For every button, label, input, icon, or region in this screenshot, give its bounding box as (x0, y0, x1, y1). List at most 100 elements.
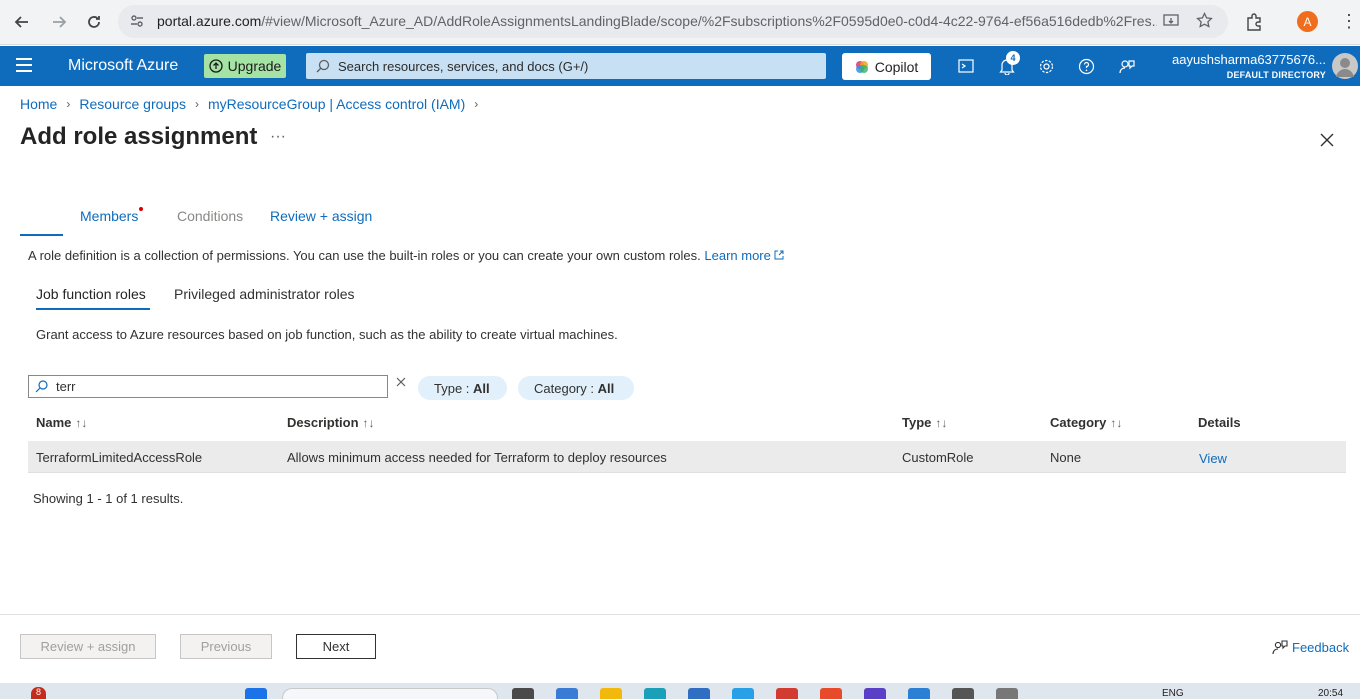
copilot-icon (855, 60, 868, 73)
role-category-cell: None (1050, 450, 1082, 465)
active-tab-indicator (20, 234, 63, 236)
role-search-input[interactable]: terr (28, 375, 388, 398)
table-row[interactable] (28, 441, 1346, 473)
category-filter-pill[interactable]: Category : All (518, 376, 634, 400)
taskbar-app-icon[interactable] (732, 688, 754, 699)
search-value: terr (56, 379, 76, 394)
footer-divider (0, 614, 1360, 615)
settings-gear-icon[interactable] (1036, 56, 1056, 76)
category-filter-value: All (597, 380, 615, 396)
type-filter-label: Type : (434, 380, 474, 396)
tab-review-assign[interactable]: Review + assign (270, 208, 372, 224)
active-subtab-indicator (36, 308, 150, 310)
sort-icon[interactable]: ↑↓ (1110, 416, 1122, 430)
feedback-icon (1272, 640, 1288, 655)
user-directory[interactable]: DEFAULT DIRECTORY (1227, 70, 1326, 80)
copilot-app-icon[interactable] (556, 688, 578, 699)
chrome-browser-icon[interactable] (820, 688, 842, 699)
next-button[interactable]: Next (296, 634, 376, 659)
breadcrumb: Home › Resource groups › myResourceGroup… (20, 96, 478, 112)
teams-icon[interactable] (864, 688, 886, 699)
site-info-icon[interactable] (130, 14, 144, 31)
install-app-icon[interactable] (1163, 13, 1179, 32)
vscode-icon[interactable] (908, 688, 930, 699)
review-assign-button[interactable]: Review + assign (20, 634, 156, 659)
url-text: portal.azure.com/#view/Microsoft_Azure_A… (157, 13, 1157, 29)
bookmark-star-icon[interactable] (1196, 11, 1213, 32)
help-icon[interactable] (1076, 56, 1096, 76)
more-options-icon[interactable]: ··· (270, 128, 286, 146)
learn-more-link[interactable]: Learn more (704, 248, 784, 263)
clock-time[interactable]: 20:54 (1318, 688, 1343, 699)
edge-browser-icon[interactable] (644, 688, 666, 699)
input-language-indicator[interactable]: ENG (1162, 688, 1184, 699)
browser-menu-icon[interactable]: ⋮ (1340, 12, 1358, 30)
sort-icon[interactable]: ↑↓ (935, 416, 947, 430)
back-arrow-icon[interactable] (9, 9, 35, 35)
user-avatar[interactable] (1332, 53, 1358, 79)
search-icon (316, 59, 330, 73)
sort-ascending-icon[interactable]: ↑↓ (75, 416, 87, 430)
column-header-details: Details (1198, 415, 1241, 430)
copilot-button[interactable]: Copilot (842, 53, 931, 80)
required-indicator-dot (139, 207, 143, 211)
feedback-link[interactable]: Feedback (1272, 640, 1349, 655)
notification-count-badge: 4 (1006, 51, 1020, 65)
external-link-icon (774, 250, 784, 260)
address-bar[interactable]: portal.azure.com/#view/Microsoft_Azure_A… (118, 5, 1228, 38)
search-placeholder: Search resources, services, and docs (G+… (338, 58, 589, 74)
type-filter-pill[interactable]: Type : All (418, 376, 507, 400)
profile-avatar[interactable]: A (1297, 11, 1318, 32)
column-header-description[interactable]: Description ↑↓ (287, 415, 375, 430)
taskbar-app-icon[interactable] (776, 688, 798, 699)
chevron-right-icon: › (474, 97, 479, 111)
taskbar-app-icon[interactable] (952, 688, 974, 699)
breadcrumb-resource-group-iam[interactable]: myResourceGroup | Access control (IAM) (208, 96, 465, 112)
windows-start-icon[interactable] (245, 688, 267, 699)
subtab-job-function-roles[interactable]: Job function roles (36, 286, 146, 302)
role-name-cell[interactable]: TerraformLimitedAccessRole (36, 450, 202, 465)
cloud-shell-icon[interactable] (956, 56, 976, 76)
file-explorer-icon[interactable] (600, 688, 622, 699)
copilot-label: Copilot (874, 58, 919, 75)
column-header-category[interactable]: Category ↑↓ (1050, 415, 1122, 430)
job-function-description: Grant access to Azure resources based on… (36, 327, 618, 342)
store-icon[interactable] (688, 688, 710, 699)
role-type-cell: CustomRole (902, 450, 974, 465)
user-name[interactable]: aayushsharma63775676... (1172, 52, 1326, 67)
chevron-right-icon: › (194, 97, 199, 111)
reload-icon[interactable] (81, 9, 107, 35)
taskbar-search-box[interactable] (282, 688, 498, 699)
chevron-right-icon: › (66, 97, 71, 111)
taskbar-app-icon[interactable] (996, 688, 1018, 699)
breadcrumb-resource-groups[interactable]: Resource groups (79, 96, 186, 112)
clear-search-icon[interactable] (396, 374, 406, 391)
search-icon (35, 380, 48, 393)
subtab-privileged-admin-roles[interactable]: Privileged administrator roles (174, 286, 355, 302)
taskbar-notification-badge: 8 (31, 687, 46, 699)
close-icon[interactable] (1320, 127, 1334, 153)
feedback-person-icon[interactable] (1116, 56, 1136, 76)
column-header-type[interactable]: Type ↑↓ (902, 415, 947, 430)
upgrade-button[interactable]: Upgrade (204, 54, 286, 78)
tab-conditions[interactable]: Conditions (177, 208, 243, 224)
breadcrumb-home[interactable]: Home (20, 96, 57, 112)
tab-members[interactable]: Members (80, 208, 138, 224)
browser-toolbar: portal.azure.com/#view/Microsoft_Azure_A… (0, 0, 1360, 45)
previous-button[interactable]: Previous (180, 634, 272, 659)
brand-title[interactable]: Microsoft Azure (68, 57, 178, 75)
sort-icon[interactable]: ↑↓ (363, 416, 375, 430)
view-details-link[interactable]: View (1199, 451, 1227, 466)
extensions-icon[interactable] (1245, 13, 1263, 34)
role-definition-description: A role definition is a collection of per… (28, 248, 784, 263)
results-count: Showing 1 - 1 of 1 results. (33, 491, 184, 506)
task-view-icon[interactable] (512, 688, 534, 699)
role-description-cell: Allows minimum access needed for Terrafo… (287, 450, 667, 465)
upgrade-label: Upgrade (227, 58, 282, 74)
column-header-name[interactable]: Name ↑↓ (36, 415, 87, 430)
page-title: Add role assignment (20, 123, 258, 150)
category-filter-label: Category : (534, 380, 598, 396)
forward-arrow-icon[interactable] (46, 9, 72, 35)
portal-menu-icon[interactable] (16, 58, 32, 72)
global-search-input[interactable]: Search resources, services, and docs (G+… (306, 53, 826, 79)
